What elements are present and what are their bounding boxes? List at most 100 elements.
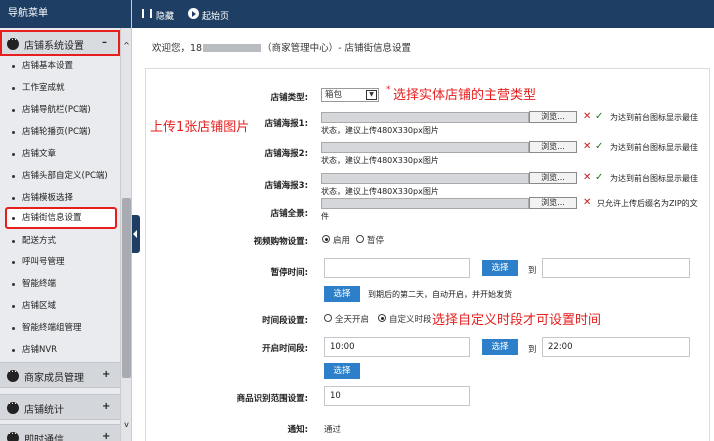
required-mark: * — [386, 85, 391, 95]
range-label: 商品识别范围设置: — [236, 394, 308, 404]
open-end-input[interactable]: 22:00 — [542, 337, 690, 357]
welcome-prefix: 欢迎您，18 — [152, 43, 203, 54]
pause-end-input[interactable] — [542, 258, 690, 278]
poster2-file-input[interactable] — [321, 142, 529, 153]
sidebar-group-label: 即时通信 — [24, 435, 64, 441]
sidebar-header: 导航菜单 — [0, 0, 131, 28]
scroll-down-icon[interactable]: v — [122, 419, 131, 431]
check-icon: ✓ — [595, 172, 604, 183]
video-shopping-label: 视频购物设置: — [253, 237, 308, 247]
video-pause-radio[interactable] — [356, 235, 364, 243]
poster3-browse-button[interactable]: 浏览... — [529, 172, 577, 184]
sidebar-collapse-handle[interactable] — [132, 215, 140, 253]
sidebar-group-members[interactable]: 商家成员管理 + — [0, 362, 120, 388]
open-start-input[interactable]: 10:00 — [324, 337, 470, 357]
sidebar-group-instant-messaging[interactable]: 即时通信 + — [0, 424, 120, 441]
poster3-tip: 为达到前台图标显示最佳 — [610, 174, 698, 183]
sidebar-item-store-nvr[interactable]: 店铺NVR — [6, 340, 116, 360]
sidebar-item-studio-achievement[interactable]: 工作室成就 — [6, 78, 116, 98]
pause-note: 到期后的第二天，自动开启，并开始发货 — [368, 290, 512, 299]
app-window: 导航菜单 店铺系统设置 – 店铺基本设置 工作室成就 店铺导航栏(PC端) 店铺… — [0, 0, 714, 441]
poster3-file-input[interactable] — [321, 173, 529, 184]
open-time-label: 开启时间段: — [262, 344, 308, 354]
period-all-day-label: 全天开启 — [335, 315, 370, 325]
hide-icon[interactable] — [142, 9, 152, 18]
sidebar-item-store-street-info[interactable]: 店铺街信息设置 — [5, 207, 117, 229]
video-enable-radio[interactable] — [322, 235, 330, 243]
notify-value: 通过 — [324, 425, 342, 435]
expand-toggle[interactable]: + — [102, 431, 110, 441]
video-enable-label: 启用 — [333, 236, 351, 246]
more-icon — [7, 397, 19, 414]
poster2-status: 状态，建议上传480X330px图片 — [321, 156, 439, 165]
pause-start-input[interactable] — [324, 258, 470, 278]
more-icon — [7, 427, 19, 441]
check-icon: ✓ — [595, 141, 604, 152]
store-type-label: 店铺类型: — [270, 93, 308, 103]
expand-toggle[interactable]: + — [102, 369, 110, 380]
period-custom-radio[interactable] — [378, 314, 386, 322]
store-type-select[interactable]: 箱包 ▼ — [321, 88, 379, 102]
remove-icon[interactable]: ✕ — [583, 197, 591, 208]
period-custom-label: 自定义时段 — [389, 315, 432, 325]
redacted-phone — [203, 44, 262, 52]
sidebar-scrollbar[interactable]: ^ v — [120, 28, 131, 441]
sidebar-item-store-template[interactable]: 店铺模板选择 — [6, 188, 116, 208]
panorama-file-input[interactable] — [321, 198, 529, 209]
poster3-label: 店铺海报3: — [264, 181, 308, 191]
poster2-label: 店铺海报2: — [264, 149, 308, 159]
scroll-thumb[interactable] — [122, 198, 131, 378]
remove-icon[interactable]: ✕ — [583, 111, 591, 122]
top-bar: 隐藏 起始页 — [132, 0, 714, 28]
panorama-browse-button[interactable]: 浏览... — [529, 197, 577, 209]
sidebar-item-store-articles[interactable]: 店铺文章 — [6, 144, 116, 164]
remove-icon[interactable]: ✕ — [583, 141, 591, 152]
open-to-label: 到 — [528, 345, 537, 355]
poster1-label: 店铺海报1: — [264, 119, 308, 129]
sidebar-item-store-basic[interactable]: 店铺基本设置 — [6, 56, 116, 76]
more-icon — [7, 365, 19, 382]
period-annotation: 选择自定义时段才可设置时间 — [432, 313, 602, 328]
welcome-suffix: （商家管理中心）- 店铺街信息设置 — [262, 43, 412, 54]
sidebar-group-label: 商家成员管理 — [24, 373, 84, 384]
remove-icon[interactable]: ✕ — [583, 172, 591, 183]
pause-to-label: 到 — [528, 266, 537, 276]
poster1-file-input[interactable] — [321, 112, 529, 123]
expand-toggle[interactable]: + — [102, 401, 110, 412]
pause-start-select-button[interactable]: 选择 — [482, 260, 518, 276]
range-input[interactable]: 10 — [324, 386, 470, 406]
collapse-toggle[interactable]: – — [102, 37, 107, 48]
sidebar-group-store-settings[interactable]: 店铺系统设置 – — [0, 30, 120, 56]
sidebar-item-store-carousel[interactable]: 店铺轮播页(PC端) — [6, 122, 116, 142]
poster1-browse-button[interactable]: 浏览... — [529, 111, 577, 123]
store-type-value: 箱包 — [325, 90, 343, 100]
poster2-browse-button[interactable]: 浏览... — [529, 141, 577, 153]
scroll-up-icon[interactable]: ^ — [122, 40, 131, 52]
period-label: 时间段设置: — [262, 316, 308, 326]
poster3-status: 状态，建议上传480X330px图片 — [321, 187, 439, 196]
panorama-tip-cont: 件 — [321, 212, 329, 221]
sidebar-item-call-number[interactable]: 呼叫号管理 — [6, 252, 116, 272]
check-icon: ✓ — [595, 111, 604, 122]
home-button[interactable]: 起始页 — [202, 9, 229, 22]
main-content: 欢迎您，18 （商家管理中心）- 店铺街信息设置 店铺类型: 箱包 ▼ * 选择实… — [140, 28, 714, 441]
sidebar-item-delivery[interactable]: 配送方式 — [6, 231, 116, 251]
sidebar-group-statistics[interactable]: 店铺统计 + — [0, 394, 120, 420]
sidebar-item-store-nav[interactable]: 店铺导航栏(PC端) — [6, 100, 116, 120]
sidebar-item-terminal-group[interactable]: 智能终端组管理 — [6, 318, 116, 338]
sidebar-item-store-area[interactable]: 店铺区域 — [6, 296, 116, 316]
dropdown-arrow-icon[interactable]: ▼ — [366, 90, 377, 100]
open-end-select-button[interactable]: 选择 — [324, 363, 360, 379]
sidebar-item-smart-terminal[interactable]: 智能终端 — [6, 274, 116, 294]
pause-time-label: 暂停时间: — [270, 268, 308, 278]
welcome-text: 欢迎您，18 （商家管理中心）- 店铺街信息设置 — [152, 40, 411, 54]
period-all-day-radio[interactable] — [324, 314, 332, 322]
play-icon[interactable] — [188, 8, 199, 19]
sidebar-item-store-header[interactable]: 店铺头部自定义(PC端) — [6, 166, 116, 186]
poster1-status: 状态，建议上传480X330px图片 — [321, 126, 439, 135]
pause-end-select-button[interactable]: 选择 — [324, 286, 360, 302]
open-start-select-button[interactable]: 选择 — [482, 339, 518, 355]
video-pause-label: 暂停 — [367, 236, 385, 246]
hide-button[interactable]: 隐藏 — [156, 9, 174, 22]
store-street-form: 店铺类型: 箱包 ▼ * 选择实体店铺的主营类型 上传1张店铺图片 店铺海报1:… — [145, 68, 710, 441]
